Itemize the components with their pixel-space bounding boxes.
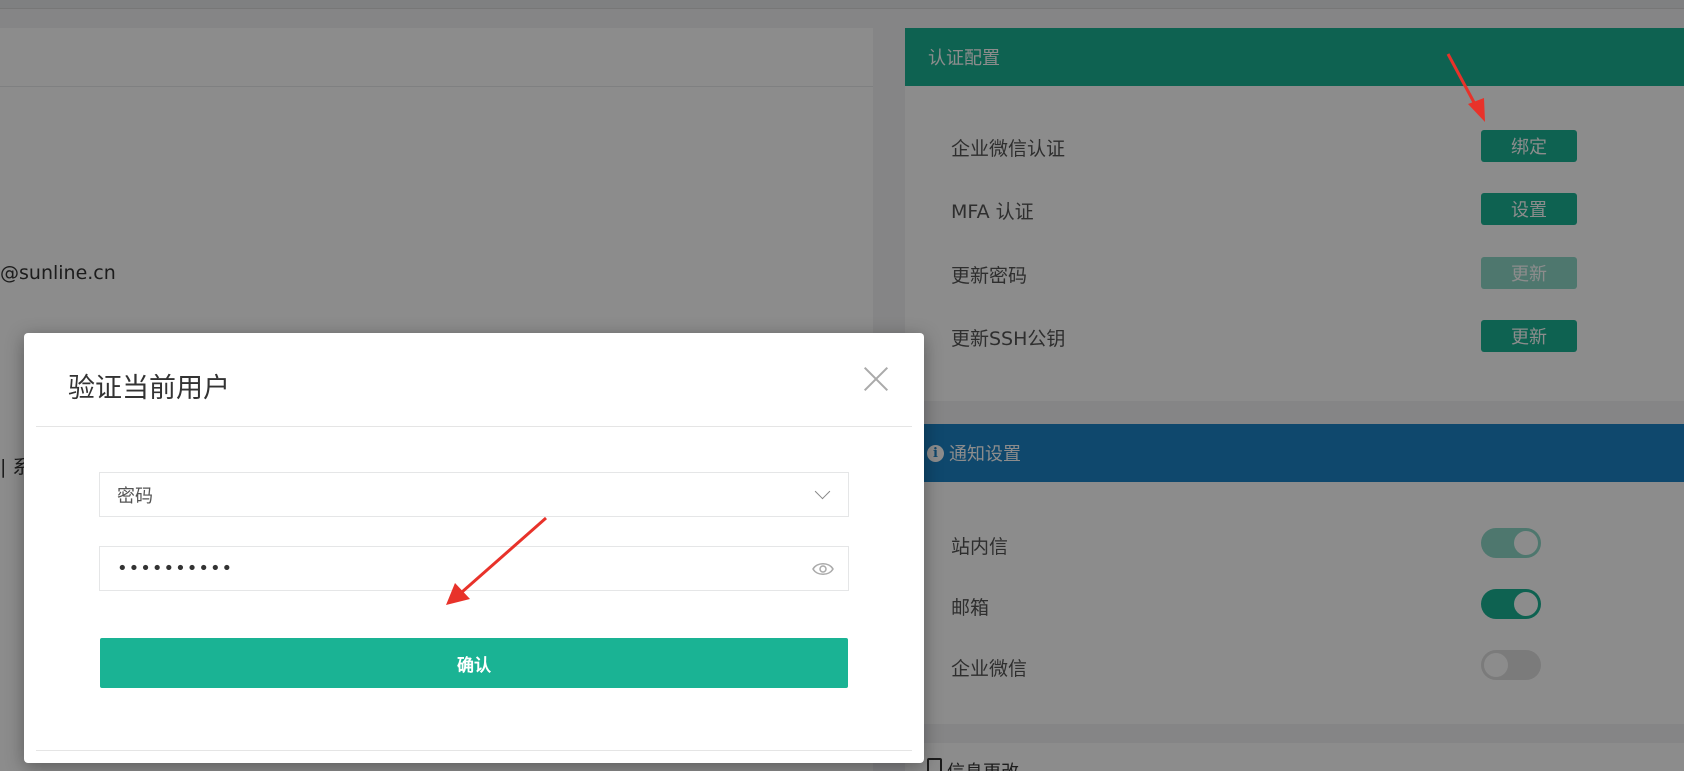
confirm-button[interactable]: 确认 (100, 638, 848, 688)
auth-method-select[interactable]: 密码 (99, 472, 849, 517)
password-input[interactable]: •••••••••• (99, 546, 849, 591)
auth-method-value: 密码 (117, 485, 153, 507)
modal-footer-divider (36, 750, 912, 751)
eye-icon[interactable] (812, 559, 834, 579)
verify-user-modal: 验证当前用户 密码 •••••••••• 确认 (24, 333, 924, 763)
page: @sunline.cn | 系 认证配置 企业微信认证 绑定 MFA 认证 设置… (0, 0, 1684, 771)
modal-divider (36, 426, 912, 427)
close-icon[interactable] (862, 365, 890, 393)
password-mask: •••••••••• (117, 558, 234, 579)
chevron-down-icon (814, 483, 831, 500)
modal-title: 验证当前用户 (68, 373, 230, 404)
